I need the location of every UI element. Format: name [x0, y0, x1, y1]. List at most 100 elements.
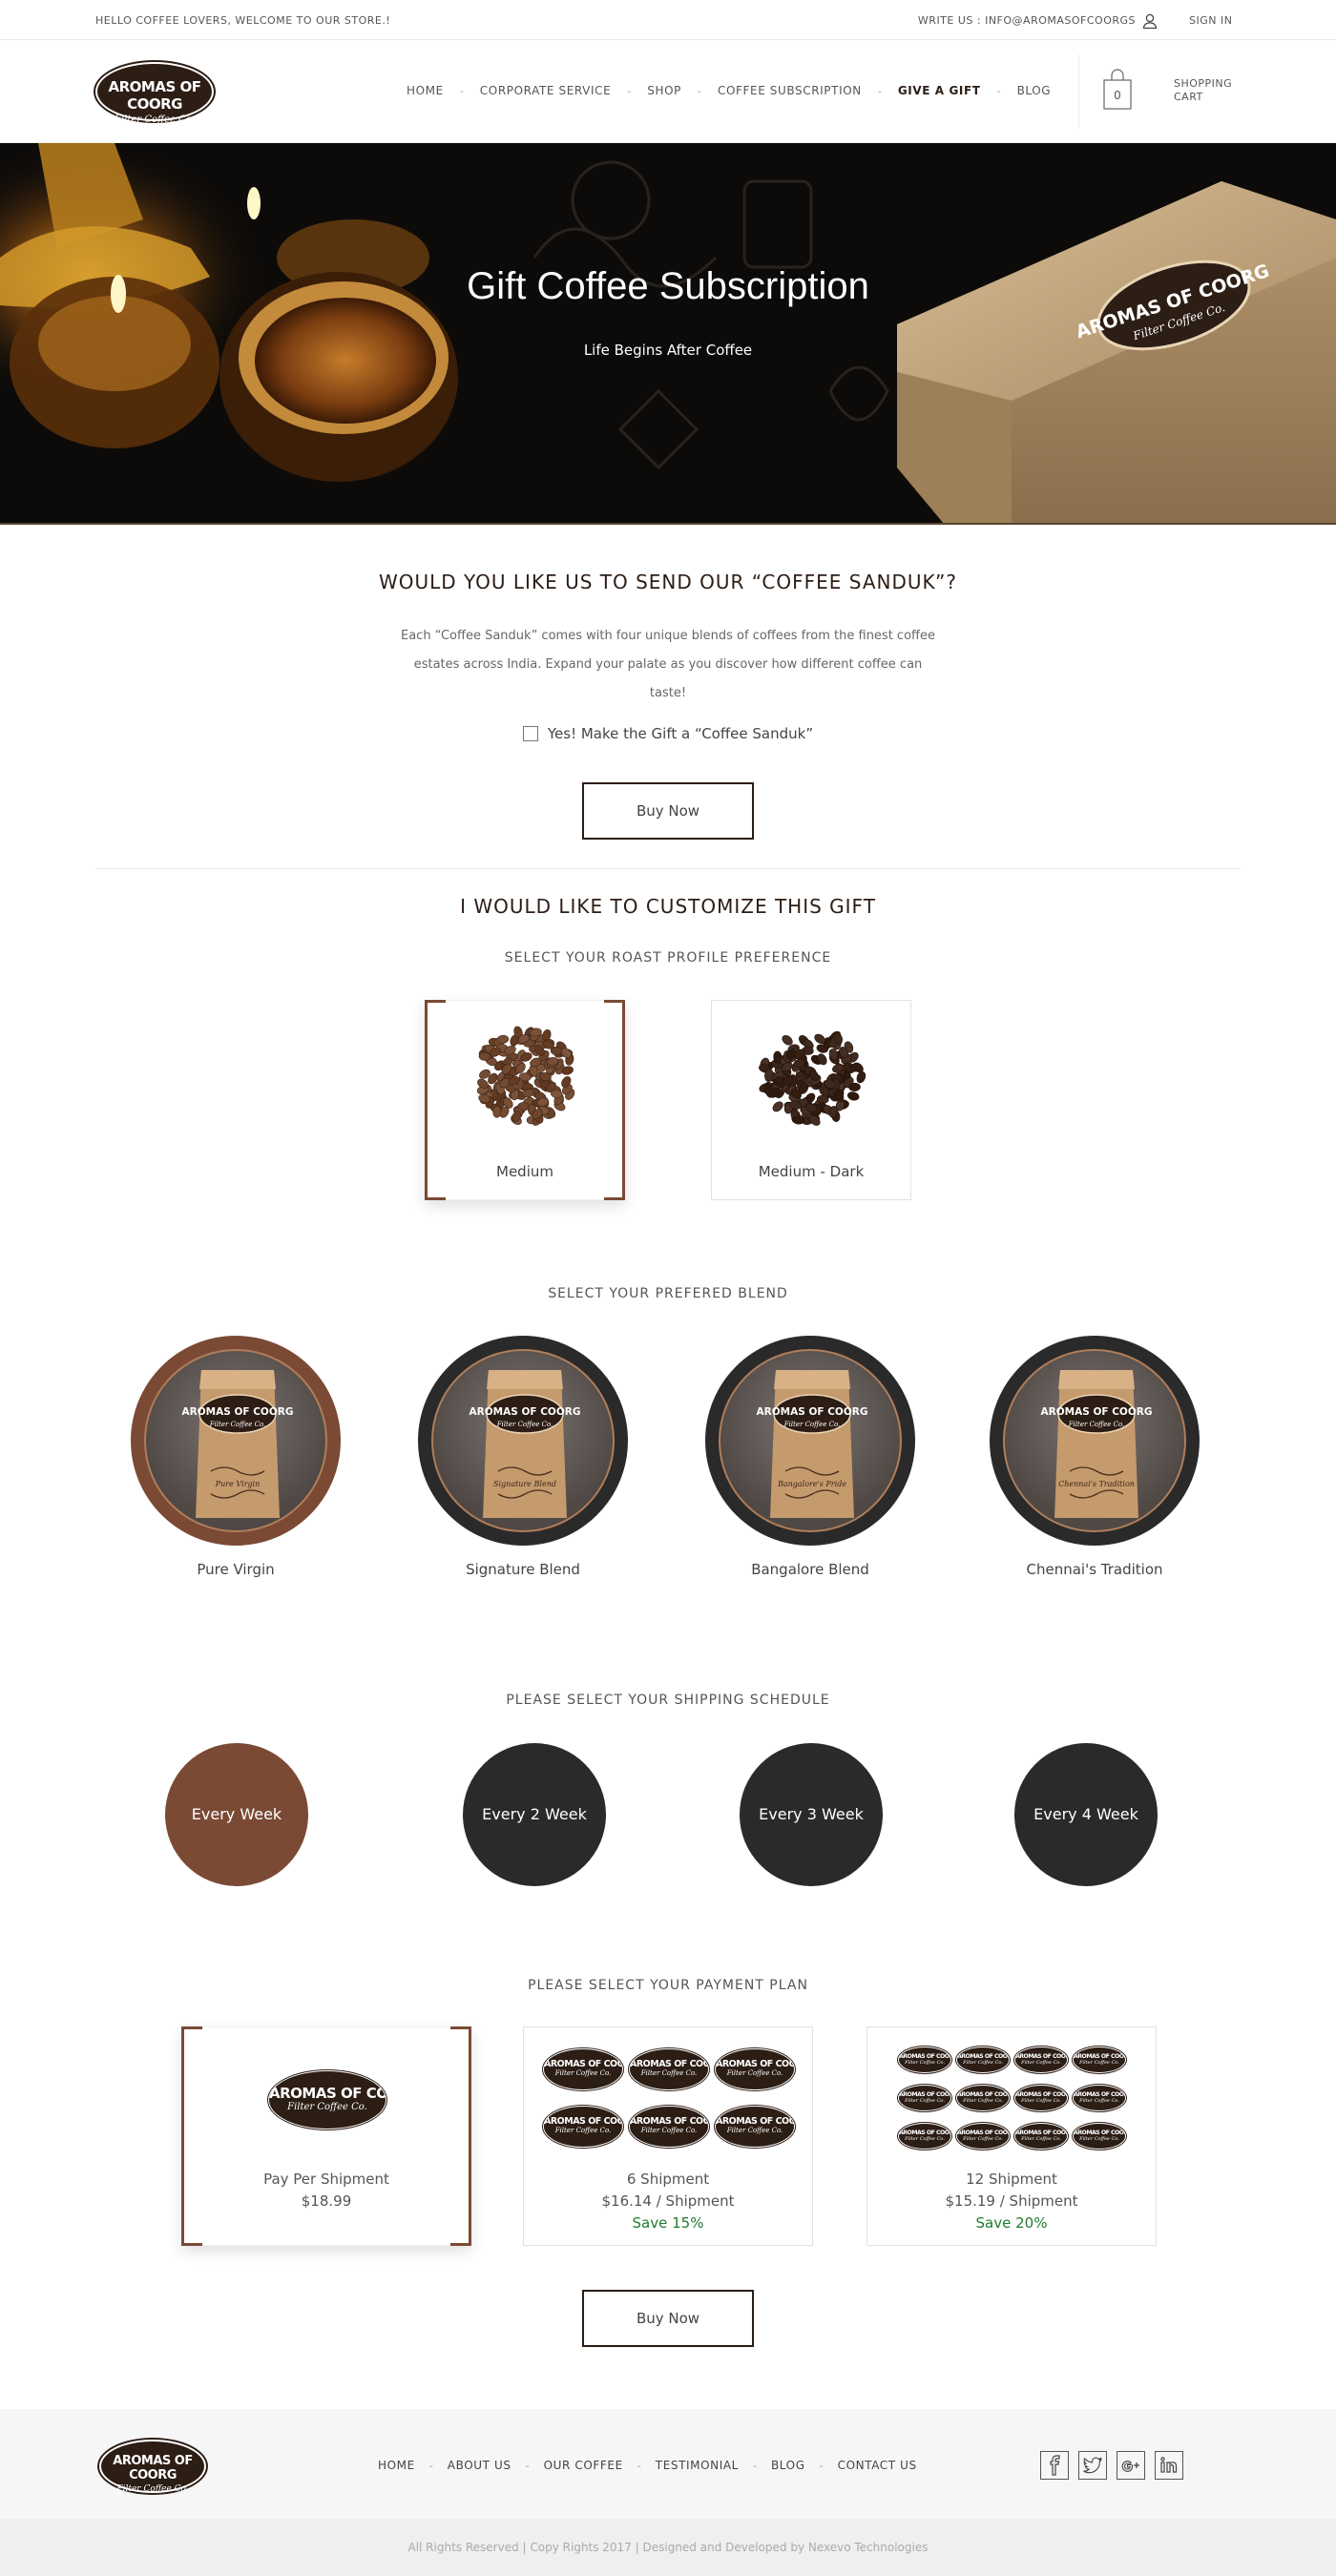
footer-nav-contact-us[interactable]: CONTACT US	[838, 2459, 917, 2472]
plan-logo: AROMAS OF COORGFilter Coffee Co.	[956, 2085, 1010, 2111]
bag-logo-line1: AROMAS OF COORG	[470, 1406, 581, 1418]
plan-title: 6 Shipment	[626, 2171, 710, 2188]
blend-option-label[interactable]: Pure Virgin	[121, 1561, 350, 1578]
plan-logo-line1: AROMAS OF COORG	[544, 2059, 622, 2069]
linkedin-icon[interactable]	[1155, 2451, 1183, 2480]
blend-option-pure-virgin[interactable]: AROMAS OF COORG Filter Coffee Co. Pure Vir…	[131, 1336, 341, 1546]
plan-logo-line1: AROMAS OF COORG	[1074, 2091, 1125, 2098]
roast-section-label: SELECT YOUR ROAST PROFILE PREFERENCE	[504, 950, 832, 966]
nav-item-corporate-service[interactable]: CORPORATE SERVICE	[480, 84, 612, 97]
plan-logo: AROMAS OF COORGFilter Coffee Co.	[1014, 2085, 1068, 2111]
cart-divider	[1078, 54, 1079, 129]
plan-logo: AROMAS OF COORGFilter Coffee Co.	[1014, 2123, 1068, 2150]
plan-logo-line1: AROMAS OF COORG	[630, 2059, 708, 2069]
selected-frame-left	[181, 2026, 184, 2246]
shopping-cart-link[interactable]: SHOPPING CART	[1174, 77, 1241, 104]
nav-item-shop[interactable]: SHOP	[647, 84, 681, 97]
payment-plan-6-shipment[interactable]: AROMAS OF COORGFilter Coffee Co.AROMAS O…	[523, 2026, 813, 2246]
nav-separator: -	[996, 84, 1001, 97]
header: AROMAS OF COORG Filter Coffee Co. HOME - C…	[0, 40, 1336, 143]
payment-plan-pay-per-shipment[interactable]: AROMAS OF COORGFilter Coffee Co. Pay Per …	[181, 2026, 471, 2246]
plan-logo-line1: AROMAS OF COORG	[630, 2116, 708, 2127]
footer-nav-about-us[interactable]: ABOUT US	[448, 2459, 511, 2472]
plan-logo-line2: Filter Coffee Co.	[905, 2136, 945, 2142]
sanduk-checkbox-label[interactable]: Yes! Make the Gift a “Coffee Sanduk”	[548, 725, 813, 742]
roast-option-medium-dark[interactable]: Medium - Dark	[711, 1000, 911, 1200]
nav-item-blog[interactable]: BLOG	[1017, 84, 1052, 97]
blend-option-chennai-s-tradition[interactable]: AROMAS OF COORG Filter Coffee Co. Chennai'…	[990, 1336, 1200, 1546]
coffee-bag-image: AROMAS OF COORG Filter Coffee Co. Signatur…	[431, 1349, 615, 1532]
hero-subtitle: Life Begins After Coffee	[583, 342, 753, 359]
shipping-option-every-2-week[interactable]: Every 2 Week	[463, 1743, 606, 1886]
blend-option-label[interactable]: Chennai's Tradition	[980, 1561, 1209, 1578]
footer-nav-testimonial[interactable]: TESTIMONIAL	[656, 2459, 739, 2472]
sanduk-checkbox-row[interactable]: Yes! Make the Gift a “Coffee Sanduk”	[0, 725, 1336, 742]
plan-logo: AROMAS OF COORGFilter Coffee Co.	[898, 2085, 951, 2111]
plan-logo-line1: AROMAS OF COORG	[1015, 2053, 1067, 2060]
hero-banner: AROMAS OF COORG Filter Coffee Co. Gift C…	[0, 143, 1336, 525]
footer-logo[interactable]: AROMAS OF COORG Filter Coffee Co.	[99, 2440, 206, 2494]
sanduk-buy-now-button[interactable]: Buy Now	[582, 782, 754, 840]
plan-logo: AROMAS OF COORGFilter Coffee Co.	[715, 2048, 795, 2090]
plan-logo-line2: Filter Coffee Co.	[963, 2098, 1003, 2104]
plan-logo: AROMAS OF COORGFilter Coffee Co.	[1073, 2123, 1126, 2150]
plan-logo-line2: Filter Coffee Co.	[726, 2069, 783, 2077]
plan-logo-line1: AROMAS OF COORG	[899, 2053, 950, 2060]
blend-option-label[interactable]: Bangalore Blend	[696, 1561, 925, 1578]
facebook-icon[interactable]	[1040, 2451, 1069, 2480]
plan-logo-line2: Filter Coffee Co.	[554, 2069, 612, 2077]
user-icon[interactable]	[1141, 12, 1159, 30]
plan-logo-line1: AROMAS OF COORG	[1015, 2129, 1067, 2136]
brand-logo-line1: AROMAS OF COORG	[108, 78, 201, 113]
blend-option-signature-blend[interactable]: AROMAS OF COORG Filter Coffee Co. Signatur…	[418, 1336, 628, 1546]
plan-logo-line1: AROMAS OF COORG	[1015, 2091, 1067, 2098]
plan-logo: AROMAS OF COORGFilter Coffee Co.	[956, 2123, 1010, 2150]
plan-title: 12 Shipment	[966, 2171, 1057, 2188]
blend-option-bangalore-blend[interactable]: AROMAS OF COORG Filter Coffee Co. Bangalor…	[705, 1336, 915, 1546]
section-divider	[95, 868, 1241, 869]
plan-savings: Save 20%	[975, 2214, 1048, 2232]
cart-count: 0	[1114, 89, 1121, 102]
medium-beans-image	[476, 1026, 575, 1126]
write-us-link[interactable]: WRITE US : INFO@AROMASOFCOORGS	[918, 14, 1136, 27]
google-plus-icon[interactable]	[1117, 2451, 1145, 2480]
selected-frame-right	[469, 2026, 471, 2246]
plan-logo-line2: Filter Coffee Co.	[963, 2060, 1003, 2066]
plan-logo: AROMAS OF COORGFilter Coffee Co.	[629, 2106, 709, 2148]
footer: AROMAS OF COORG Filter Coffee Co. HOME - A…	[0, 2409, 1336, 2519]
plan-logo-line2: Filter Coffee Co.	[963, 2136, 1003, 2142]
roast-option-medium[interactable]: Medium	[425, 1000, 625, 1200]
selected-corner	[425, 1179, 446, 1200]
twitter-icon[interactable]	[1078, 2451, 1107, 2480]
shipping-option-every-3-week[interactable]: Every 3 Week	[740, 1743, 883, 1886]
plan-savings: Save 15%	[632, 2214, 704, 2232]
plan-logo-line2: Filter Coffee Co.	[1079, 2136, 1119, 2142]
plan-logo-line2: Filter Coffee Co.	[1079, 2098, 1119, 2104]
customize-buy-now-button[interactable]: Buy Now	[582, 2290, 754, 2347]
plan-logo-line2: Filter Coffee Co.	[1021, 2060, 1061, 2066]
plan-logo: AROMAS OF COORGFilter Coffee Co.	[898, 2046, 951, 2073]
plan-logo-line1: AROMAS OF COORG	[269, 2085, 386, 2102]
sanduk-checkbox[interactable]	[522, 726, 538, 741]
sign-in-link[interactable]: SIGN IN	[1189, 14, 1232, 27]
shipping-option-every-4-week[interactable]: Every 4 Week	[1014, 1743, 1158, 1886]
footer-nav-blog[interactable]: BLOG	[771, 2459, 805, 2472]
plan-logo: AROMAS OF COORGFilter Coffee Co.	[543, 2106, 623, 2148]
shopping-bag-icon[interactable]: 0	[1103, 69, 1132, 111]
payment-plan-12-shipment[interactable]: AROMAS OF COORGFilter Coffee Co.AROMAS O…	[866, 2026, 1157, 2246]
plan-logo: AROMAS OF COORGFilter Coffee Co.	[1073, 2085, 1126, 2111]
footer-nav-our-coffee[interactable]: OUR COFFEE	[544, 2459, 623, 2472]
nav-item-coffee-subscription[interactable]: COFFEE SUBSCRIPTION	[718, 84, 862, 97]
brand-logo[interactable]: AROMAS OF COORG Filter Coffee Co.	[95, 62, 214, 125]
footer-nav-home[interactable]: HOME	[378, 2459, 415, 2472]
nav-item-home[interactable]: HOME	[407, 84, 444, 97]
plan-logo: AROMAS OF COORGFilter Coffee Co.	[715, 2106, 795, 2148]
roast-option-label: Medium	[496, 1163, 553, 1180]
plan-logo-line1: AROMAS OF COORG	[1074, 2053, 1125, 2060]
nav-item-give-a-gift[interactable]: GIVE A GIFT	[898, 84, 981, 97]
shipping-option-every-week[interactable]: Every Week	[165, 1743, 308, 1886]
top-strip: HELLO COFFEE LOVERS, WELCOME TO OUR STOR…	[0, 0, 1336, 40]
selected-corner	[450, 2026, 471, 2047]
selected-corner	[425, 1000, 446, 1021]
blend-option-label[interactable]: Signature Blend	[408, 1561, 637, 1578]
